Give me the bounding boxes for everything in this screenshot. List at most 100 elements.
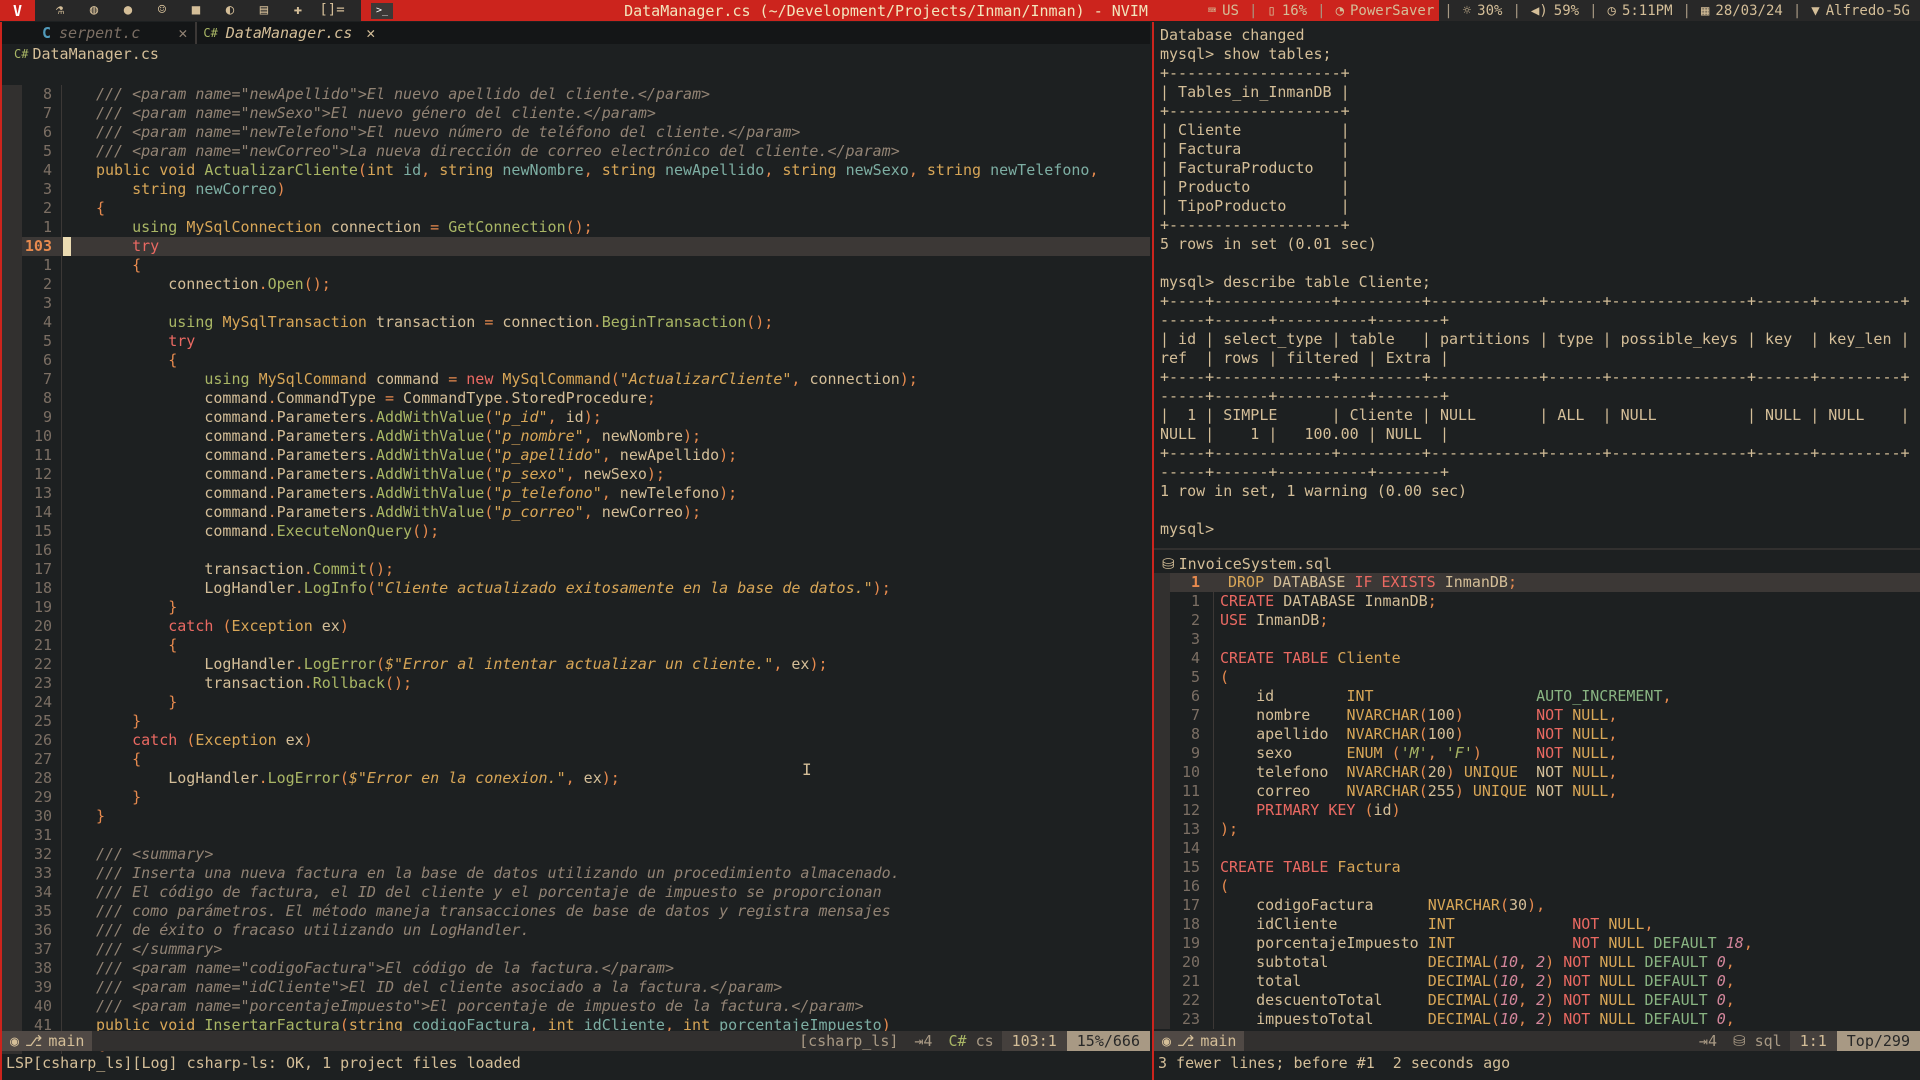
code-line[interactable]: 15 command.ExecuteNonQuery(); bbox=[2, 522, 1150, 541]
code-line[interactable]: 2{ bbox=[2, 199, 1150, 218]
code-line[interactable]: 29 } bbox=[2, 788, 1150, 807]
tab-serpent-c[interactable]: C serpent.c ✕ bbox=[6, 22, 195, 44]
code-line[interactable]: 22 LogHandler.LogError($"Error al intent… bbox=[2, 655, 1150, 674]
code-line[interactable]: 10 command.Parameters.AddWithValue("p_no… bbox=[2, 427, 1150, 446]
code-line[interactable]: 20 catch (Exception ex) bbox=[2, 617, 1150, 636]
code-line[interactable]: 19 porcentajeImpuesto INT NOT NULL DEFAU… bbox=[1154, 934, 1920, 953]
code-line[interactable]: 13 command.Parameters.AddWithValue("p_te… bbox=[2, 484, 1150, 503]
code-line[interactable]: 13); bbox=[1154, 820, 1920, 839]
sign-column bbox=[1154, 877, 1170, 896]
sign-column bbox=[2, 883, 22, 902]
code-line[interactable]: 8 command.CommandType = CommandType.Stor… bbox=[2, 389, 1150, 408]
code-line[interactable]: 21 total DECIMAL(10, 2) NOT NULL DEFAULT… bbox=[1154, 972, 1920, 991]
code-line[interactable]: 10 telefono NVARCHAR(20) UNIQUE NOT NULL… bbox=[1154, 763, 1920, 782]
code-line[interactable]: 36 /// de éxito o fracaso utilizando un L… bbox=[2, 921, 1150, 940]
code-line[interactable]: 2 USE InmanDB; bbox=[1154, 611, 1920, 630]
code-line[interactable]: 38 /// <param name="codigoFactura">El cód… bbox=[2, 959, 1150, 978]
tab-datamanager-cs[interactable]: C# DataManager.cs ✕ bbox=[195, 22, 383, 44]
document-icon[interactable]: ▤ bbox=[247, 0, 281, 21]
code-line[interactable]: 6 /// <param name="newTelefono">El nuevo … bbox=[2, 123, 1150, 142]
command-line[interactable]: 3 fewer lines; before #1 2 seconds ago bbox=[1158, 1053, 1510, 1073]
code-line[interactable]: 16 bbox=[2, 541, 1150, 560]
code-line[interactable]: 31 bbox=[2, 826, 1150, 845]
code-line[interactable]: 35 /// como parámetros. El método maneja … bbox=[2, 902, 1150, 921]
code-line[interactable]: 3 bbox=[1154, 630, 1920, 649]
code-line[interactable]: 15 CREATE TABLE Factura bbox=[1154, 858, 1920, 877]
code-line[interactable]: 5 try bbox=[2, 332, 1150, 351]
code-line[interactable]: 34 /// El código de factura, el ID del cl… bbox=[2, 883, 1150, 902]
code-line[interactable]: 20 subtotal DECIMAL(10, 2) NOT NULL DEFA… bbox=[1154, 953, 1920, 972]
code-line[interactable]: 14 command.Parameters.AddWithValue("p_co… bbox=[2, 503, 1150, 522]
code-line[interactable]: 6 id INT AUTO_INCREMENT, bbox=[1154, 687, 1920, 706]
current-line[interactable]: 1 DROP DATABASE IF EXISTS InmanDB; bbox=[1154, 573, 1920, 592]
code-line[interactable]: 33 /// Inserta una nueva factura en la ba… bbox=[2, 864, 1150, 883]
code-line[interactable]: 32 /// <summary> bbox=[2, 845, 1150, 864]
code-line[interactable]: 4 using MySqlTransaction transaction = c… bbox=[2, 313, 1150, 332]
code-line[interactable]: 18 idCliente INT NOT NULL, bbox=[1154, 915, 1920, 934]
code-line[interactable]: 7 nombre NVARCHAR(100) NOT NULL, bbox=[1154, 706, 1920, 725]
code-line[interactable]: 4 public void ActualizarCliente(int id, s… bbox=[2, 161, 1150, 180]
code-line[interactable]: 1 { bbox=[2, 256, 1150, 275]
code-line[interactable]: 22 descuentoTotal DECIMAL(10, 2) NOT NUL… bbox=[1154, 991, 1920, 1010]
gamepad-icon[interactable]: ✚ bbox=[281, 0, 315, 21]
code-line[interactable]: 8 apellido NVARCHAR(100) NOT NULL, bbox=[1154, 725, 1920, 744]
sql-editor[interactable]: 1 DROP DATABASE IF EXISTS InmanDB; 1 CREATE… bbox=[1154, 573, 1920, 1029]
code-line[interactable]: 39 /// <param name="idCliente">El ID del … bbox=[2, 978, 1150, 997]
code-line[interactable]: 26 catch (Exception ex) bbox=[2, 731, 1150, 750]
code-line[interactable]: 23 transaction.Rollback(); bbox=[2, 674, 1150, 693]
code-line[interactable]: 40 /// <param name="porcentajeImpuesto">E… bbox=[2, 997, 1150, 1016]
code-line[interactable]: 1 CREATE DATABASE InmanDB; bbox=[1154, 592, 1920, 611]
code-line[interactable]: 6 { bbox=[2, 351, 1150, 370]
current-line[interactable]: 103 try bbox=[2, 237, 1150, 256]
code-line[interactable]: 28 LogHandler.LogError($"Error en la con… bbox=[2, 769, 1150, 788]
command-line[interactable]: LSP[csharp_ls][Log] csharp-ls: OK, 1 pro… bbox=[6, 1053, 521, 1073]
code-line[interactable]: 27 { bbox=[2, 750, 1150, 769]
code-line[interactable]: 17 transaction.Commit(); bbox=[2, 560, 1150, 579]
split-divider[interactable] bbox=[1154, 548, 1920, 550]
code-line[interactable]: 37 /// </summary> bbox=[2, 940, 1150, 959]
code-line[interactable]: 16 ( bbox=[1154, 877, 1920, 896]
flask-icon[interactable]: ⚗ bbox=[43, 0, 77, 21]
close-icon[interactable]: ✕ bbox=[178, 24, 187, 42]
code-line[interactable]: 7 /// <param name="newSexo">El nuevo géne… bbox=[2, 104, 1150, 123]
code-line[interactable]: 18 LogHandler.LogInfo("Cliente actualiza… bbox=[2, 579, 1150, 598]
code-line[interactable]: 4 CREATE TABLE Cliente bbox=[1154, 649, 1920, 668]
code-line[interactable]: 8 /// <param name="newApellido">El nuevo … bbox=[2, 85, 1150, 104]
wifi-network[interactable]: Alfredo-5G bbox=[1826, 3, 1910, 19]
video-icon[interactable]: ■ bbox=[179, 0, 213, 21]
code-line[interactable]: 17 codigoFactura NVARCHAR(30), bbox=[1154, 896, 1920, 915]
code-line[interactable]: 3 string newCorreo) bbox=[2, 180, 1150, 199]
line-number: 25 bbox=[33, 712, 52, 730]
power-profile[interactable]: PowerSaver bbox=[1350, 3, 1434, 19]
code-line[interactable]: 30} bbox=[2, 807, 1150, 826]
code-line[interactable]: 23 impuestoTotal DECIMAL(10, 2) NOT NULL… bbox=[1154, 1010, 1920, 1029]
code-line[interactable]: 11 correo NVARCHAR(255) UNIQUE NOT NULL, bbox=[1154, 782, 1920, 801]
volume-level[interactable]: 59% bbox=[1554, 3, 1579, 19]
code-line[interactable]: 9 command.Parameters.AddWithValue("p_id"… bbox=[2, 408, 1150, 427]
code-line[interactable]: 12 command.Parameters.AddWithValue("p_se… bbox=[2, 465, 1150, 484]
emoji-icon[interactable]: ☺ bbox=[145, 0, 179, 21]
code-line[interactable]: 24 } bbox=[2, 693, 1150, 712]
code-line[interactable]: 7 using MySqlCommand command = new MySql… bbox=[2, 370, 1150, 389]
code-line[interactable]: 1 using MySqlConnection connection = Get… bbox=[2, 218, 1150, 237]
code-line[interactable]: 11 command.Parameters.AddWithValue("p_ap… bbox=[2, 446, 1150, 465]
palette-icon[interactable]: ◐ bbox=[213, 0, 247, 21]
brightness-level[interactable]: 30% bbox=[1477, 3, 1502, 19]
mysql-terminal[interactable]: Database changed mysql> show tables; +----… bbox=[1160, 26, 1920, 539]
globe-icon[interactable]: ◍ bbox=[77, 0, 111, 21]
code-line[interactable]: 14 bbox=[1154, 839, 1920, 858]
code-line[interactable]: 9 sexo ENUM ('M', 'F') NOT NULL, bbox=[1154, 744, 1920, 763]
code-line[interactable]: 25 } bbox=[2, 712, 1150, 731]
close-icon[interactable]: ✕ bbox=[366, 24, 375, 42]
code-editor[interactable]: 8 /// <param name="newApellido">El nuevo … bbox=[2, 85, 1150, 1054]
code-line[interactable]: 5( bbox=[1154, 668, 1920, 687]
code-line[interactable]: 2 connection.Open(); bbox=[2, 275, 1150, 294]
code-line[interactable]: 3 bbox=[2, 294, 1150, 313]
code-line[interactable]: 19 } bbox=[2, 598, 1150, 617]
layout-icon[interactable]: []= bbox=[315, 0, 349, 21]
chat-icon[interactable]: ● bbox=[111, 0, 145, 21]
code-line[interactable]: 5 /// <param name="newCorreo">La nueva di… bbox=[2, 142, 1150, 161]
vim-workspace-icon[interactable]: V bbox=[0, 0, 35, 21]
code-line[interactable]: 12 PRIMARY KEY (id) bbox=[1154, 801, 1920, 820]
code-line[interactable]: 21 { bbox=[2, 636, 1150, 655]
